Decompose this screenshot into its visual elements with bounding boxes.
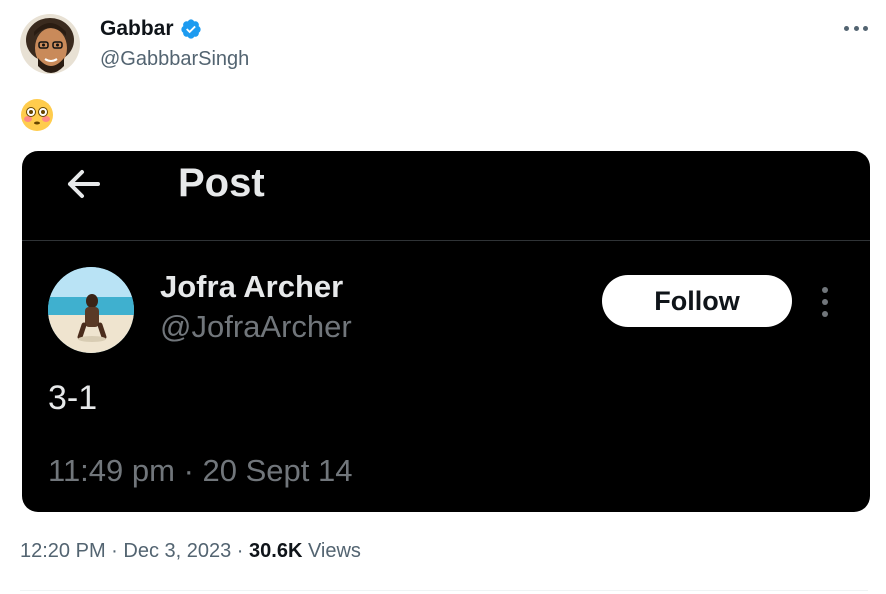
embedded-more-icon (820, 287, 830, 317)
author-avatar[interactable] (20, 14, 80, 74)
back-arrow-icon (68, 170, 100, 198)
embedded-post-header: Post (22, 151, 870, 241)
embedded-post-timestamp: 11:49 pm · 20 Sept 14 (48, 453, 353, 488)
embedded-post-text: 3-1 (48, 379, 98, 417)
embedded-author-handle: @JofraArcher (160, 309, 352, 344)
flushed-face-emoji (21, 99, 53, 131)
verified-badge-icon (180, 19, 201, 39)
embedded-author-name: Jofra Archer (160, 269, 344, 304)
author-handle[interactable]: @GabbbarSingh (100, 48, 249, 71)
follow-button: Follow (602, 275, 792, 327)
more-options-icon[interactable] (844, 18, 868, 38)
views-label: Views (302, 540, 361, 562)
views-count[interactable]: 30.6K (249, 540, 302, 562)
divider (20, 590, 868, 591)
author-name[interactable]: Gabbar (100, 17, 174, 41)
tweet-meta: 12:20 PM · Dec 3, 2023 · 30.6K Views (20, 540, 361, 563)
embedded-header-title: Post (178, 161, 265, 205)
embedded-post-image[interactable]: Post Jofra Archer @JofraArcher Follow 3-… (22, 151, 870, 512)
author-name-row[interactable]: Gabbar (100, 17, 202, 41)
embedded-author-avatar (48, 267, 134, 353)
tweet-timestamp[interactable]: 12:20 PM · Dec 3, 2023 · (20, 540, 249, 562)
